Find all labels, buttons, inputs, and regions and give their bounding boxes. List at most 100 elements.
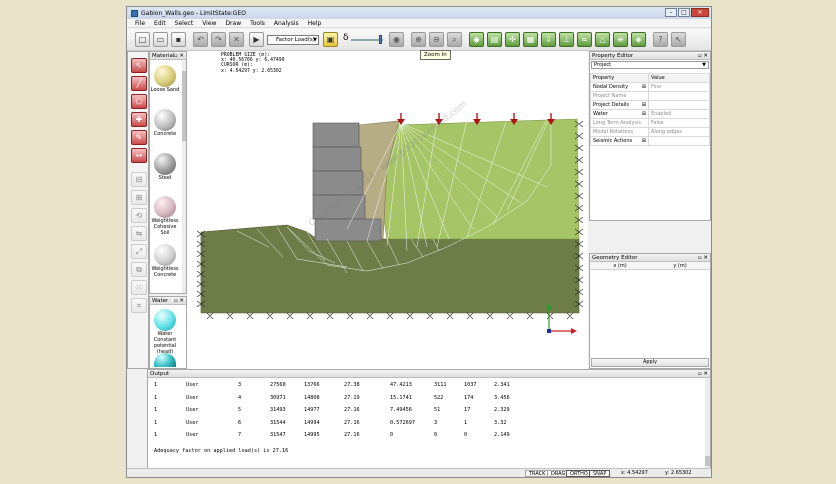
new-file-button[interactable]: □ <box>135 32 150 47</box>
ortho-toggle[interactable]: ORTHO <box>566 470 592 477</box>
draw-boundary-button[interactable]: ▤ <box>487 32 502 47</box>
property-value[interactable] <box>648 136 710 146</box>
split-tool-button[interactable]: ⊟ <box>131 172 147 187</box>
run-analysis-button[interactable]: ▶ <box>249 32 264 47</box>
copy-tool-button[interactable]: ⧉ <box>131 262 147 277</box>
slider-handle[interactable] <box>379 35 382 44</box>
draw-line-tool-button[interactable]: ╱ <box>131 76 147 91</box>
array-tool-button[interactable]: ⁙ <box>131 280 147 295</box>
animate-button[interactable]: ◉ <box>389 32 404 47</box>
property-row[interactable]: Project Name <box>590 91 710 101</box>
gabion-block[interactable] <box>314 218 382 242</box>
property-scope-select[interactable]: Project ▼ <box>591 61 709 69</box>
material-item[interactable]: Weightless Concrete <box>150 244 180 278</box>
output-scrollbar[interactable] <box>705 379 710 468</box>
draw-node-button[interactable]: ✣ <box>505 32 520 47</box>
close-button[interactable]: ✕ <box>691 8 709 17</box>
draw-grid-button[interactable]: ▦ <box>523 32 538 47</box>
gabion-block[interactable] <box>312 122 360 148</box>
track-toggle[interactable]: TRACK <box>525 470 550 477</box>
scrollbar-thumb[interactable] <box>705 456 710 466</box>
scale-tool-button[interactable]: ⤢ <box>131 244 147 259</box>
zoom-fit-button[interactable]: ⌕ <box>447 32 462 47</box>
expand-icon[interactable]: ⊞ <box>642 111 646 117</box>
lock-button[interactable]: ▣ <box>323 32 338 47</box>
property-value[interactable]: False <box>648 118 710 128</box>
property-value[interactable] <box>648 91 710 101</box>
redo-button[interactable]: ↷ <box>211 32 226 47</box>
property-row[interactable]: Seismic Actions ⊞ <box>590 136 710 146</box>
menu-help[interactable]: Help <box>308 19 322 27</box>
property-row[interactable]: Project Details ⊞ <box>590 100 710 110</box>
add-node-tool-button[interactable]: ✚ <box>131 112 147 127</box>
draw-support-button[interactable]: ⊥ <box>559 32 574 47</box>
scrollbar-thumb[interactable] <box>182 71 186 141</box>
expand-icon[interactable]: ⊞ <box>642 84 646 90</box>
menu-file[interactable]: File <box>135 19 145 27</box>
measure-tool-button[interactable]: ⌗ <box>131 298 147 313</box>
water-panel: Water ▫ ✕ Water Constant potential (head… <box>149 296 187 369</box>
materials-scrollbar[interactable] <box>182 61 186 293</box>
property-row[interactable]: Model Rotations Along edges <box>590 127 710 137</box>
menu-view[interactable]: View <box>202 19 216 27</box>
factor-select[interactable]: Factor Load(s) ▼ <box>267 35 319 45</box>
save-button[interactable]: ▪ <box>171 32 186 47</box>
panel-close-icon[interactable]: ▫ ✕ <box>174 297 184 305</box>
draw-solid-button[interactable]: ◆ <box>469 32 484 47</box>
apply-button[interactable]: Apply <box>591 358 709 367</box>
water-item[interactable]: Water Constant potential (head) <box>150 309 180 355</box>
panel-close-icon[interactable]: ▫ ✕ <box>698 254 708 262</box>
panel-close-icon[interactable]: ▫ ✕ <box>698 52 708 60</box>
draw-triangle-button[interactable]: △ <box>595 32 610 47</box>
property-value[interactable] <box>648 100 710 110</box>
expand-icon[interactable]: ⊞ <box>642 102 646 108</box>
geometry-drawing[interactable] <box>187 51 588 369</box>
undo-icon: ↶ <box>197 35 204 44</box>
help-button[interactable]: ? <box>653 32 668 47</box>
panel-close-icon[interactable]: ▫ ✕ <box>174 52 184 60</box>
property-row[interactable]: Water ⊞ Enabled <box>590 109 710 119</box>
delete-button[interactable]: ✕ <box>229 32 244 47</box>
view-3d-button[interactable]: ◈ <box>631 32 646 47</box>
menu-tools[interactable]: Tools <box>250 19 265 27</box>
draw-water-button[interactable]: ≈ <box>577 32 592 47</box>
model-canvas[interactable]: PROBLEM SIZE (m): x: 40.56766 y: 6.47499 C… <box>187 51 588 369</box>
minimize-button[interactable]: – <box>665 8 677 17</box>
expand-icon[interactable]: ⊞ <box>642 138 646 144</box>
material-item[interactable]: Loose Sand <box>150 65 180 93</box>
zoom-in-button[interactable]: ⊕ <box>411 32 426 47</box>
whats-this-button[interactable]: ↖ <box>671 32 686 47</box>
snap-toggle[interactable]: SNAP <box>589 470 611 477</box>
undo-button[interactable]: ↶ <box>193 32 208 47</box>
material-item[interactable]: Weightless Cohesive Soil <box>150 196 180 236</box>
draw-polygon-tool-button[interactable]: ⬠ <box>131 94 147 109</box>
menu-analysis[interactable]: Analysis <box>274 19 299 27</box>
merge-tool-button[interactable]: ⊞ <box>131 190 147 205</box>
property-value[interactable]: Enabled <box>648 109 710 119</box>
property-row[interactable]: Long Term Analysis False <box>590 118 710 128</box>
draw-load-button[interactable]: ⇩ <box>541 32 556 47</box>
material-item[interactable]: Concrete <box>150 109 180 137</box>
dimension-tool-button[interactable]: ↔ <box>131 148 147 163</box>
material-item[interactable]: Steel <box>150 153 180 181</box>
property-value[interactable]: Fine <box>648 82 710 92</box>
menu-edit[interactable]: Edit <box>154 19 166 27</box>
maximize-button[interactable]: □ <box>678 8 690 17</box>
draw-reinforcement-button[interactable]: ≡ <box>613 32 628 47</box>
open-file-button[interactable]: ▭ <box>153 32 168 47</box>
menu-select[interactable]: Select <box>175 19 194 27</box>
zoom-out-button[interactable]: ⊖ <box>429 32 444 47</box>
output-cell: 31493 <box>270 407 286 414</box>
panel-close-icon[interactable]: ▫ ✕ <box>698 370 708 378</box>
property-row[interactable]: Nodal Density ⊞ Fine <box>590 82 710 92</box>
rotate-tool-button[interactable]: ⟲ <box>131 208 147 223</box>
erase-tool-button[interactable]: ✎ <box>131 130 147 145</box>
menu-draw[interactable]: Draw <box>225 19 241 27</box>
mirror-tool-button[interactable]: ⇋ <box>131 226 147 241</box>
gabion-block[interactable] <box>312 146 362 172</box>
output-log[interactable]: 1 User 3 27560 13766 27.38 47.4213 3111 1037 2.34… <box>148 378 710 453</box>
select-tool-button[interactable]: ↖ <box>131 58 147 73</box>
property-value[interactable]: Along edges <box>648 127 710 137</box>
title-bar[interactable]: Gabion_Walls.geo - LimitState:GEO – □ ✕ <box>127 7 711 19</box>
water-item[interactable] <box>150 353 180 367</box>
